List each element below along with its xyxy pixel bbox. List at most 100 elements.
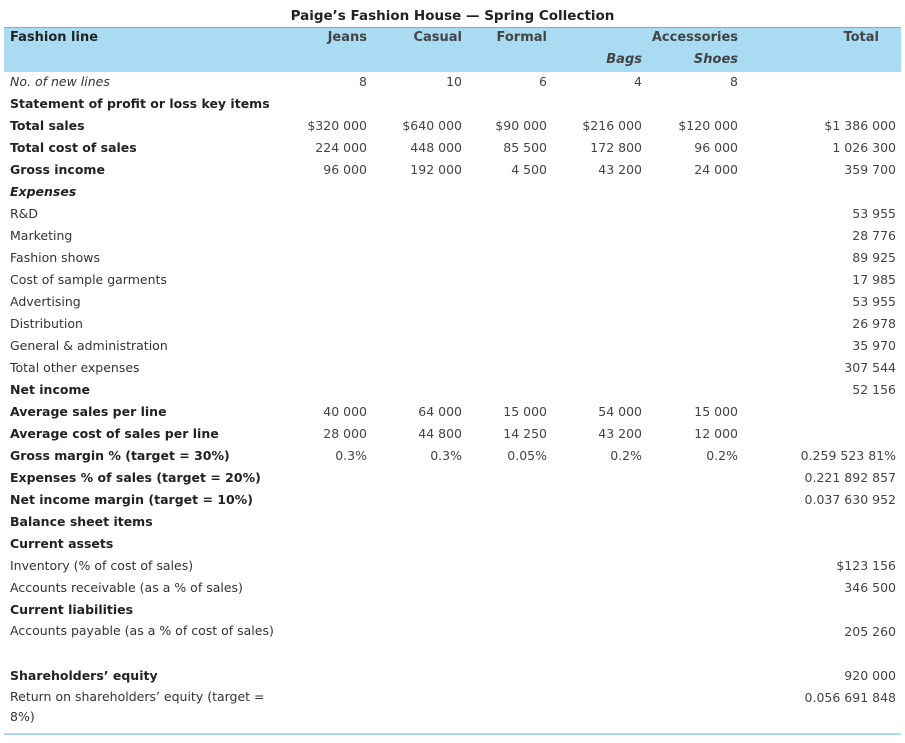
cell-jeans	[280, 665, 367, 687]
cell-total: 35 970	[852, 338, 896, 353]
row-label: Net income margin (target = 10%)	[10, 492, 253, 507]
cell-casual	[375, 203, 462, 225]
cell-jeans	[280, 621, 367, 643]
cell-bags	[555, 599, 642, 621]
cell-bags	[555, 335, 642, 357]
cell-jeans	[280, 181, 367, 203]
cell-formal	[460, 225, 547, 247]
cell-casual	[375, 533, 462, 555]
cell-bags: 54 000	[598, 404, 642, 419]
cell-casual: 44 800	[418, 426, 462, 441]
cell-total: 28 776	[852, 228, 896, 243]
cell-shoes	[651, 489, 738, 511]
cell-total: 0.056 691 848	[804, 690, 896, 705]
cell-casual	[375, 467, 462, 489]
cell-jeans	[280, 357, 367, 379]
cell-formal: 4 500	[511, 162, 547, 177]
table-title: Paige’s Fashion House — Spring Collectio…	[290, 8, 615, 24]
cell-jeans	[280, 379, 367, 401]
row-label: Advertising	[10, 294, 81, 309]
cell-total: 52 156	[852, 382, 896, 397]
cell-total	[780, 71, 896, 93]
cell-total: 1 026 300	[832, 140, 896, 155]
cell-shoes	[651, 467, 738, 489]
cell-formal	[460, 181, 547, 203]
row-label: Statement of profit or loss key items	[10, 96, 270, 111]
cell-jeans: 224 000	[315, 140, 367, 155]
cell-bags	[555, 225, 642, 247]
cell-formal	[460, 621, 547, 643]
row-label: General & administration	[10, 338, 168, 353]
cell-casual	[375, 93, 462, 115]
cell-jeans	[280, 93, 367, 115]
cell-total: $1 386 000	[824, 118, 896, 133]
row-label: Accounts receivable (as a % of sales)	[10, 580, 243, 595]
cell-formal	[460, 291, 547, 313]
cell-casual	[375, 181, 462, 203]
row-label: Cost of sample garments	[10, 272, 167, 287]
cell-bags	[555, 291, 642, 313]
cell-total: 346 500	[844, 580, 896, 595]
row-label: Shareholders’ equity	[10, 668, 158, 683]
cell-jeans	[280, 269, 367, 291]
cell-formal: 0.05%	[507, 448, 547, 463]
cell-jeans: 96 000	[323, 162, 367, 177]
cell-bags: 172 800	[590, 140, 642, 155]
row-label: Inventory (% of cost of sales)	[10, 558, 194, 573]
cell-shoes	[651, 357, 738, 379]
cell-jeans	[280, 687, 367, 709]
cell-bags	[555, 489, 642, 511]
row-label: Net income	[10, 382, 90, 397]
cell-total: $123 156	[836, 558, 896, 573]
cell-jeans: 28 000	[323, 426, 367, 441]
cell-formal	[460, 687, 547, 709]
cell-total: 89 925	[852, 250, 896, 265]
row-label: Total cost of sales	[10, 140, 137, 155]
cell-jeans: $320 000	[307, 118, 367, 133]
cell-shoes: 15 000	[694, 404, 738, 419]
row-label: Marketing	[10, 228, 73, 243]
cell-total: 26 978	[852, 316, 896, 331]
cell-jeans	[280, 533, 367, 555]
cell-casual	[375, 269, 462, 291]
cell-casual	[375, 225, 462, 247]
cell-jeans: 40 000	[323, 404, 367, 419]
row-label: Balance sheet items	[10, 514, 153, 529]
cell-bags	[555, 621, 642, 643]
cell-formal	[460, 511, 547, 533]
cell-casual	[375, 511, 462, 533]
cell-total: 0.221 892 857	[804, 470, 896, 485]
cell-shoes: 24 000	[694, 162, 738, 177]
cell-casual: 448 000	[410, 140, 462, 155]
cell-casual	[375, 621, 462, 643]
cell-shoes	[651, 621, 738, 643]
cell-formal	[460, 269, 547, 291]
cell-bags	[555, 555, 642, 577]
header-formal: Formal	[496, 30, 547, 45]
cell-jeans	[280, 335, 367, 357]
cell-jeans	[280, 489, 367, 511]
cell-jeans	[280, 203, 367, 225]
cell-casual	[375, 665, 462, 687]
cell-shoes: 0.2%	[706, 448, 738, 463]
cell-casual	[375, 599, 462, 621]
cell-total: 53 955	[852, 206, 896, 221]
cell-total	[780, 181, 896, 203]
cell-casual	[375, 379, 462, 401]
cell-total: 307 544	[844, 360, 896, 375]
header-shoes: Shoes	[693, 52, 738, 67]
cell-bags	[555, 665, 642, 687]
cell-shoes: 12 000	[694, 426, 738, 441]
cell-formal	[460, 335, 547, 357]
cell-formal	[460, 555, 547, 577]
cell-shoes	[651, 181, 738, 203]
cell-shoes	[651, 225, 738, 247]
cell-shoes	[651, 511, 738, 533]
cell-jeans	[280, 555, 367, 577]
cell-shoes	[651, 379, 738, 401]
cell-shoes	[651, 533, 738, 555]
cell-casual	[375, 687, 462, 709]
cell-total: 0.259 523 81%	[800, 448, 896, 463]
row-label: Expenses	[10, 184, 77, 199]
cell-total: 0.037 630 952	[804, 492, 896, 507]
